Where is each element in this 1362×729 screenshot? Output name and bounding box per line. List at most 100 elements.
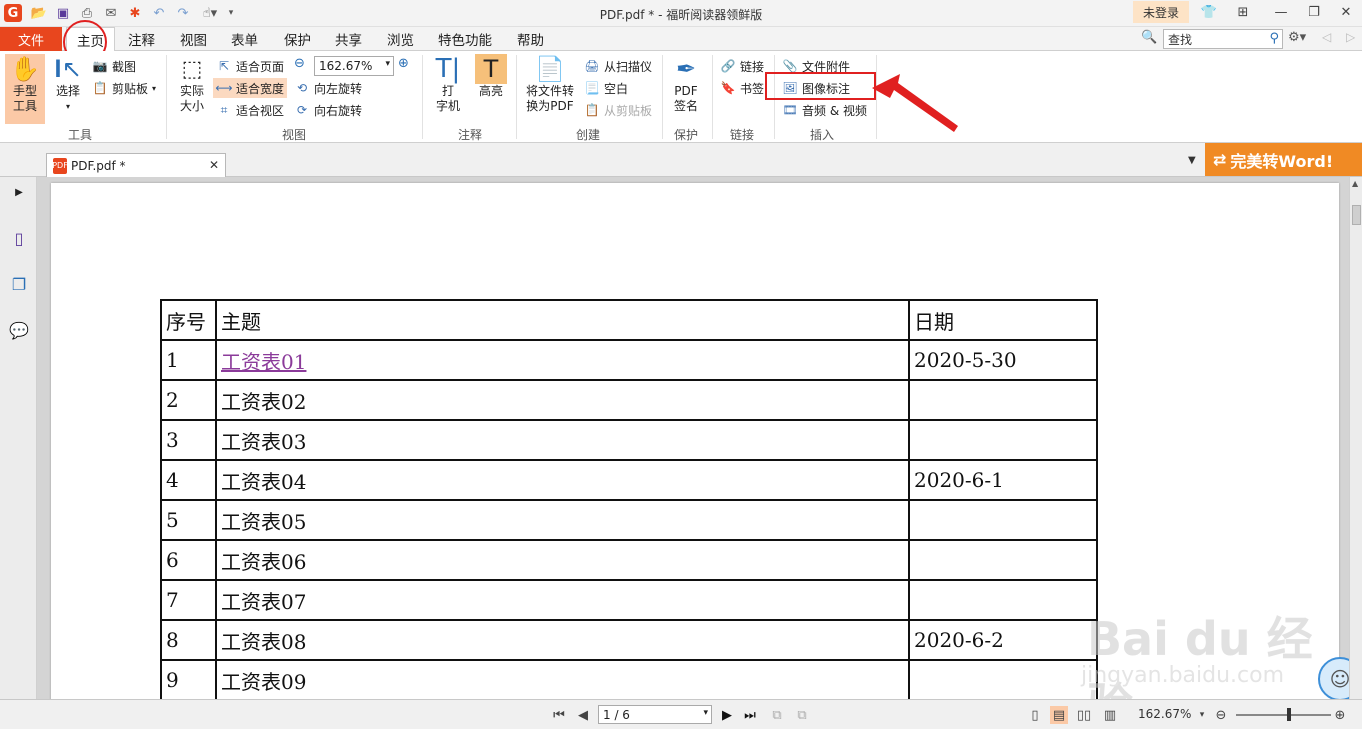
continuous-page-icon[interactable]: ▤ (1050, 706, 1068, 724)
actual-size-button[interactable]: ⬚ 实际 大小 (172, 54, 212, 114)
word-convert-icon: ⇄ (1213, 150, 1227, 169)
audio-video-button[interactable]: 🎞 音频 & 视频 (782, 100, 867, 120)
tab-comment[interactable]: 注释 (128, 27, 155, 51)
search-placeholder: 查找 (1168, 32, 1193, 47)
save-icon[interactable]: ▣ (54, 4, 72, 22)
comments-icon[interactable]: 💬 (8, 319, 30, 341)
open-folder-icon[interactable]: 📂 (30, 4, 48, 22)
hand-dropdown-icon[interactable]: ☝▾ (198, 4, 222, 22)
zoom-in-icon[interactable]: ⊕ (398, 56, 409, 71)
minimize-icon[interactable]: — (1269, 2, 1293, 22)
restore-icon[interactable]: ❐ (1302, 2, 1326, 22)
rotate-left-icon: ⟲ (296, 81, 308, 95)
facing-page-icon[interactable]: ▯▯ (1074, 706, 1094, 724)
select-tool-button[interactable]: 𝐈↖ 选择 ▾ (50, 54, 86, 114)
image-annotation-button[interactable]: 🖼 图像标注 (782, 78, 850, 98)
scroll-thumb[interactable] (1352, 205, 1361, 225)
document-table: 序号 主题 日期 1 工资表01 2020-5-30 2 工资表02 3 工资表… (160, 299, 1098, 699)
vertical-scrollbar[interactable]: ▲ (1349, 177, 1362, 699)
pdf-sign-button[interactable]: ✒ PDF 签名 (668, 54, 704, 114)
screenshot-button[interactable]: 📷 截图 (92, 56, 137, 76)
redo-icon[interactable]: ↷ (174, 4, 192, 22)
prev-page-icon[interactable]: ◀ (574, 706, 592, 724)
continuous-facing-icon[interactable]: ▥ (1100, 706, 1120, 724)
document-tab-label: PDF.pdf * (71, 158, 126, 173)
hand-tool-button[interactable]: ✋ 手型 工具 (5, 54, 45, 124)
tab-view[interactable]: 视图 (180, 27, 207, 51)
highlight-button[interactable]: T 高亮 (472, 54, 510, 99)
tab-help[interactable]: 帮助 (517, 27, 544, 51)
tab-special[interactable]: 特色功能 (438, 27, 492, 51)
tab-browse[interactable]: 浏览 (387, 27, 414, 51)
chevron-down-icon[interactable]: ▼ (1188, 155, 1196, 166)
link-button[interactable]: 🔗 链接 (720, 56, 765, 76)
fit-width-label: 适合宽度 (236, 81, 285, 96)
gear-icon[interactable]: ⚙▾ (1288, 30, 1306, 45)
search-icon[interactable]: ⚲ (1269, 31, 1279, 46)
login-button[interactable]: 未登录 (1133, 1, 1189, 23)
app-logo[interactable]: G (4, 4, 22, 22)
file-attachment-button[interactable]: 📎 文件附件 (782, 56, 851, 76)
rotate-left-button[interactable]: ⟲ 向左旋转 (294, 78, 362, 98)
close-icon[interactable]: ✕ (209, 158, 219, 172)
prev-arrow-icon[interactable]: ◁ (1322, 30, 1331, 44)
title-bar: G 📂 ▣ ⎙ ✉ ✱ ↶ ↷ ☝▾ ▾ PDF.pdf * - 福昕阅读器领鲜… (0, 0, 1362, 27)
zoom-out-icon[interactable]: ⊖ (1212, 706, 1230, 724)
document-tab[interactable]: PDF PDF.pdf * ✕ (46, 153, 226, 177)
expand-panel-icon[interactable]: ▶ (8, 181, 30, 203)
zoom-in-icon[interactable]: ⊕ (1331, 706, 1349, 724)
search-input[interactable]: 查找 ⚲ (1163, 29, 1283, 49)
rotate-right-button[interactable]: ⟳ 向右旋转 (294, 100, 362, 120)
customize-icon[interactable]: ▾ (226, 4, 236, 22)
next-view-icon[interactable]: ⧉ (792, 706, 812, 724)
tab-file[interactable]: 文件 (0, 27, 62, 51)
previous-view-icon[interactable]: ⧉ (767, 706, 787, 724)
bookmark-button[interactable]: 🔖 书签 (720, 78, 765, 98)
close-icon[interactable]: ✕ (1334, 2, 1358, 22)
undo-icon[interactable]: ↶ (150, 4, 168, 22)
salary-sheet-link[interactable]: 工资表01 (221, 350, 306, 374)
single-page-icon[interactable]: ▯ (1026, 706, 1044, 724)
typewriter-button[interactable]: T| 打 字机 (430, 54, 466, 114)
clipboard-button[interactable]: 📋 剪贴板 ▾ (92, 78, 157, 98)
layout-icon[interactable]: ⊞ (1231, 2, 1255, 22)
new-icon[interactable]: ✱ (126, 4, 144, 22)
clipboard-label: 剪贴板 (112, 81, 149, 96)
from-clipboard-button[interactable]: 📋 从剪贴板 (584, 100, 653, 120)
zoom-slider-thumb[interactable] (1287, 708, 1291, 721)
page-number-input[interactable]: 1 / 6 ▾ (598, 705, 712, 724)
from-scanner-button[interactable]: 🖨 从扫描仪 (584, 56, 652, 76)
page-thumbnail-icon[interactable]: ▯ (8, 227, 30, 249)
tab-home[interactable]: 主页 (66, 27, 115, 52)
print-icon[interactable]: ⎙ (78, 4, 96, 22)
zoom-out-icon[interactable]: ⊖ (294, 56, 305, 71)
chevron-down-icon[interactable]: ▾ (1196, 706, 1208, 724)
last-page-icon[interactable]: ⏭ (741, 706, 759, 724)
hand-icon: ✋ (10, 54, 40, 83)
fit-width-button[interactable]: ⟷ 适合宽度 (213, 78, 288, 98)
zoom-select[interactable]: 162.67% ▾ (314, 56, 394, 76)
rotate-right-icon: ⟳ (296, 103, 308, 117)
tab-form[interactable]: 表单 (231, 27, 258, 51)
layers-icon[interactable]: ❐ (8, 273, 30, 295)
zoom-slider[interactable] (1236, 714, 1331, 716)
skin-icon[interactable]: 👕 (1197, 2, 1221, 22)
convert-to-word-button[interactable]: ⇄ 完美转Word! (1205, 143, 1362, 176)
blank-button[interactable]: 📃 空白 (584, 78, 629, 98)
convert-to-pdf-button[interactable]: 📄 将文件转 换为PDF (522, 54, 578, 114)
first-page-icon[interactable]: ⏮ (550, 706, 568, 724)
document-viewport[interactable]: 序号 主题 日期 1 工资表01 2020-5-30 2 工资表02 3 工资表… (37, 177, 1349, 699)
fit-page-button[interactable]: ⇱ 适合页面 (216, 56, 284, 76)
table-cell (908, 499, 1098, 541)
divider (662, 55, 663, 139)
tab-share[interactable]: 共享 (335, 27, 362, 51)
fit-visible-button[interactable]: ⌗ 适合视区 (216, 100, 284, 120)
table-cell (908, 539, 1098, 581)
email-icon[interactable]: ✉ (102, 4, 120, 22)
next-page-icon[interactable]: ▶ (718, 706, 736, 724)
table-cell: 工资表02 (215, 379, 910, 421)
next-arrow-icon[interactable]: ▷ (1346, 30, 1355, 44)
table-cell: 3 (160, 419, 217, 461)
tab-protect[interactable]: 保护 (284, 27, 311, 51)
scroll-up-icon[interactable]: ▲ (1352, 179, 1358, 188)
